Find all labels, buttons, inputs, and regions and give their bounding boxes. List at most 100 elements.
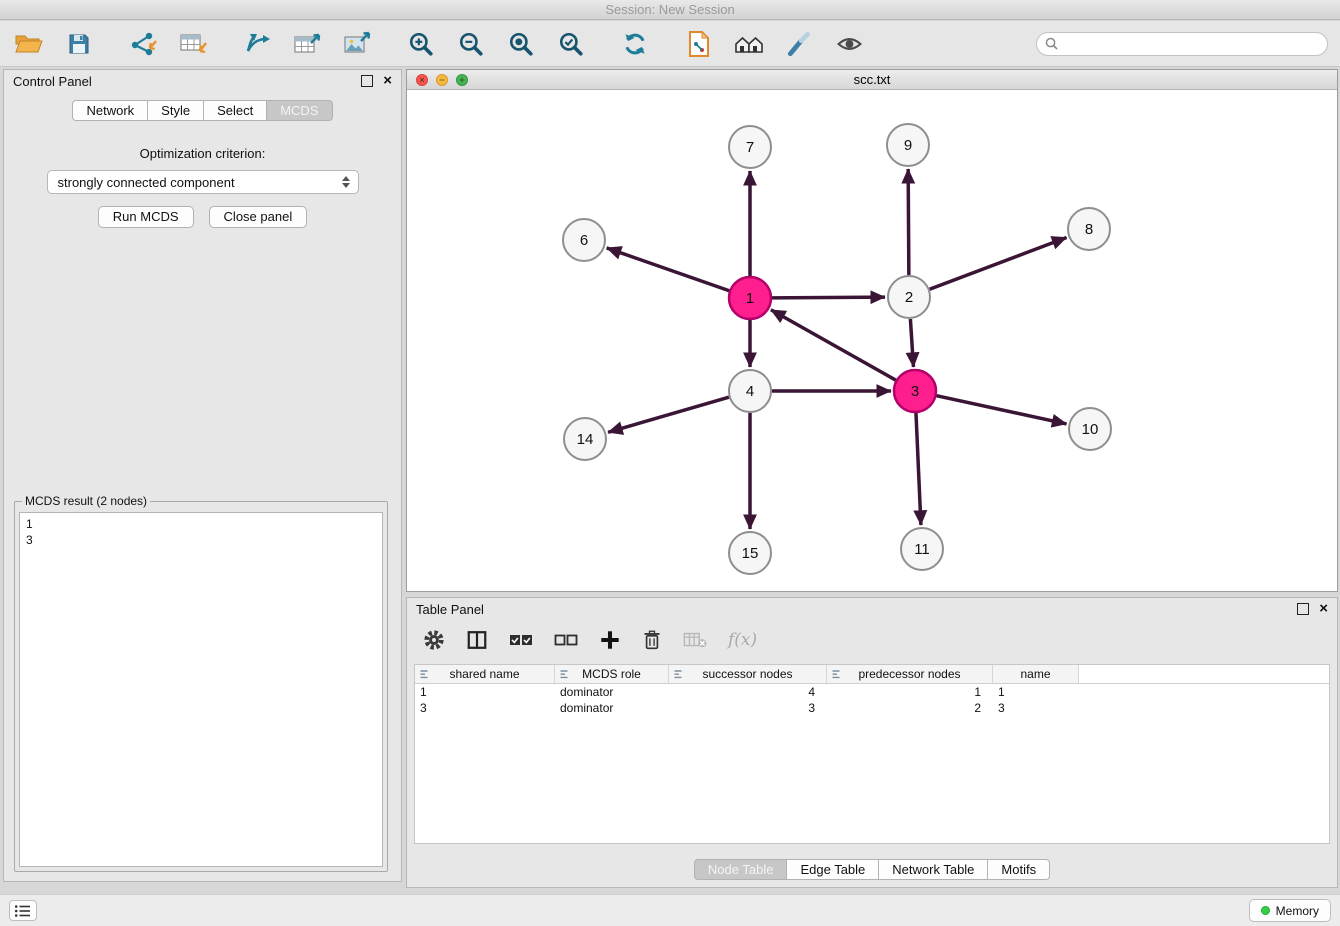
criterion-dropdown-value: strongly connected component: [58, 175, 235, 190]
tab-motifs[interactable]: Motifs: [988, 859, 1050, 880]
import-network-icon: [129, 31, 157, 57]
function-builder-button[interactable]: f(x): [728, 630, 757, 650]
svg-text:2: 2: [905, 289, 913, 306]
graph-edge-3-1[interactable]: [771, 310, 896, 380]
import-network-button[interactable]: [126, 27, 160, 61]
column-label: predecessor nodes: [858, 667, 960, 681]
open-session-button[interactable]: [12, 27, 46, 61]
column-header-successor-nodes[interactable]: successor nodes: [669, 665, 827, 683]
close-panel-icon[interactable]: ×: [383, 75, 392, 87]
memory-status-icon: [1261, 906, 1270, 915]
save-session-button[interactable]: [62, 27, 96, 61]
memory-button[interactable]: Memory: [1249, 899, 1331, 922]
zoom-in-button[interactable]: [404, 27, 438, 61]
svg-text:7: 7: [746, 139, 754, 156]
graph-edge-1-2[interactable]: [772, 297, 885, 298]
graph-node-6[interactable]: 6: [563, 219, 605, 261]
status-bar: Memory: [0, 894, 1340, 926]
refresh-layout-button[interactable]: [618, 27, 652, 61]
column-label: successor nodes: [702, 667, 792, 681]
graph-node-10[interactable]: 10: [1069, 408, 1111, 450]
graph-node-2[interactable]: 2: [888, 276, 930, 318]
graph-node-14[interactable]: 14: [564, 418, 606, 460]
graph-node-8[interactable]: 8: [1068, 208, 1110, 250]
export-table-button[interactable]: [290, 27, 324, 61]
mcds-result-box: MCDS result (2 nodes) 1 3: [14, 494, 388, 872]
export-image-button[interactable]: [340, 27, 374, 61]
export-image-icon: [343, 31, 371, 57]
copy-network-button[interactable]: [682, 27, 716, 61]
minimize-window-icon[interactable]: −: [436, 74, 448, 86]
search-box[interactable]: [1036, 32, 1328, 56]
table-row[interactable]: 3 dominator 3 2 3: [415, 700, 1329, 716]
close-panel-icon[interactable]: ×: [1319, 603, 1328, 615]
cell-successor-nodes: 4: [669, 684, 827, 700]
columns-icon: [466, 629, 488, 651]
delete-column-button[interactable]: [642, 629, 662, 651]
deselect-all-button[interactable]: [554, 631, 578, 649]
paint-style-button[interactable]: [782, 27, 816, 61]
column-header-name[interactable]: name: [993, 665, 1079, 683]
graph-edge-4-14[interactable]: [608, 397, 729, 432]
zoom-out-button[interactable]: [454, 27, 488, 61]
column-header-predecessor-nodes[interactable]: predecessor nodes: [827, 665, 993, 683]
tab-select[interactable]: Select: [204, 100, 267, 121]
import-table-icon: [179, 31, 207, 57]
network-window-titlebar[interactable]: × − + scc.txt: [407, 70, 1337, 90]
graph-edge-2-9[interactable]: [908, 169, 909, 275]
tab-mcds[interactable]: MCDS: [267, 100, 332, 121]
criterion-dropdown[interactable]: strongly connected component: [47, 170, 359, 194]
table-row[interactable]: 1 dominator 4 1 1: [415, 684, 1329, 700]
svg-text:1: 1: [746, 290, 754, 307]
zoom-out-icon: [458, 31, 484, 57]
zoom-fit-button[interactable]: [504, 27, 538, 61]
tab-network-table[interactable]: Network Table: [879, 859, 988, 880]
graph-node-1[interactable]: 1: [729, 277, 771, 319]
control-panel: Control Panel × Network Style Select MCD…: [3, 69, 402, 882]
table-panel-header: Table Panel ×: [407, 598, 1337, 620]
node-table: shared name MCDS role successor nodes: [414, 664, 1330, 844]
zoom-selected-button[interactable]: [554, 27, 588, 61]
graph-edge-2-8[interactable]: [930, 237, 1067, 289]
save-session-icon: [67, 32, 91, 56]
mcds-result-list[interactable]: 1 3: [19, 512, 383, 867]
first-neighbors-button[interactable]: [732, 27, 766, 61]
zoom-fit-icon: [508, 31, 534, 57]
search-input[interactable]: [1063, 37, 1319, 51]
graph-node-9[interactable]: 9: [887, 124, 929, 166]
tab-node-table[interactable]: Node Table: [694, 859, 788, 880]
export-network-button[interactable]: [240, 27, 274, 61]
import-table-button[interactable]: [176, 27, 210, 61]
delete-table-button[interactable]: [683, 630, 707, 650]
select-all-button[interactable]: [509, 631, 533, 649]
tab-style[interactable]: Style: [148, 100, 204, 121]
panel-menu-button[interactable]: [9, 900, 37, 921]
graph-edge-2-3[interactable]: [910, 319, 913, 367]
table-settings-button[interactable]: [423, 629, 445, 651]
svg-text:8: 8: [1085, 221, 1093, 238]
close-window-icon[interactable]: ×: [416, 74, 428, 86]
show-columns-button[interactable]: [466, 629, 488, 651]
float-panel-icon[interactable]: [1297, 603, 1309, 615]
graph-node-15[interactable]: 15: [729, 532, 771, 574]
network-canvas[interactable]: 7 9 6 8 1 2 4 3 14 10 15 11: [407, 90, 1337, 591]
column-header-shared-name[interactable]: shared name: [415, 665, 555, 683]
float-panel-icon[interactable]: [361, 75, 373, 87]
show-hide-button[interactable]: [832, 27, 866, 61]
svg-text:3: 3: [911, 383, 919, 400]
function-builder-icon: f(x): [728, 630, 757, 650]
run-mcds-button[interactable]: Run MCDS: [98, 206, 194, 228]
close-panel-button[interactable]: Close panel: [209, 206, 308, 228]
graph-edge-1-6[interactable]: [607, 248, 730, 291]
tab-network[interactable]: Network: [72, 100, 148, 121]
graph-node-7[interactable]: 7: [729, 126, 771, 168]
column-header-mcds-role[interactable]: MCDS role: [555, 665, 669, 683]
maximize-window-icon[interactable]: +: [456, 74, 468, 86]
graph-node-11[interactable]: 11: [901, 528, 943, 570]
graph-edge-3-10[interactable]: [936, 396, 1066, 424]
tab-edge-table[interactable]: Edge Table: [787, 859, 879, 880]
graph-node-4[interactable]: 4: [729, 370, 771, 412]
graph-edge-3-11[interactable]: [916, 413, 921, 525]
add-column-button[interactable]: [599, 629, 621, 651]
graph-node-3[interactable]: 3: [894, 370, 936, 412]
